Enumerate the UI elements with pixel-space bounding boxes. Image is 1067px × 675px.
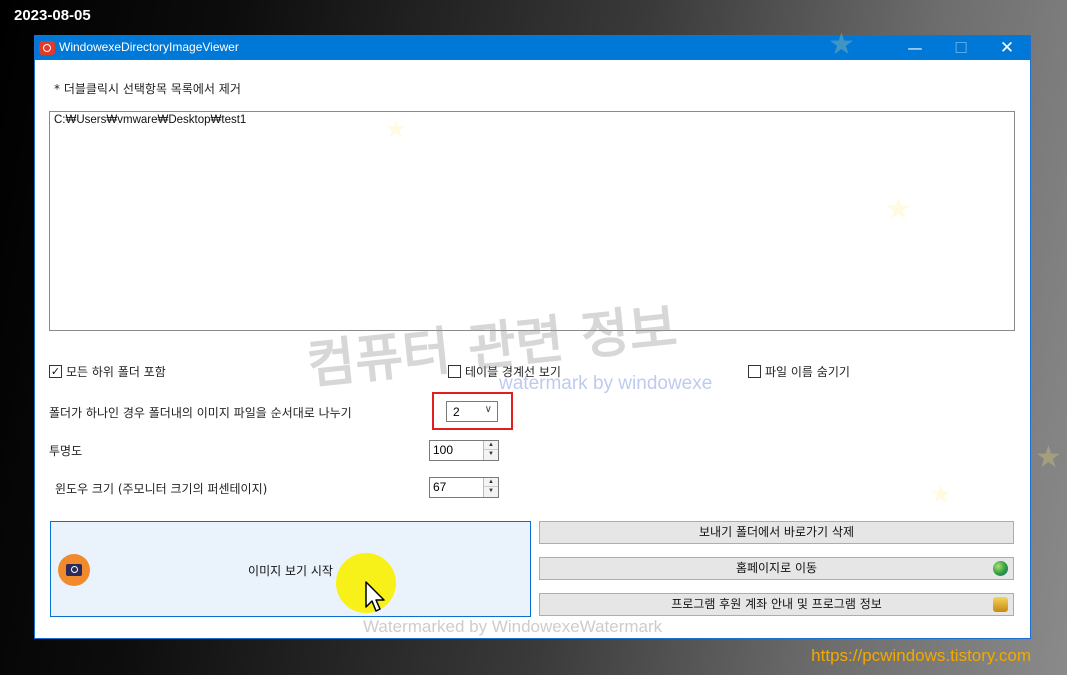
- close-button[interactable]: ✕: [984, 36, 1030, 60]
- window-size-stepper[interactable]: 67 ▲ ▼: [429, 477, 499, 498]
- stepper-down-icon[interactable]: ▼: [484, 450, 498, 459]
- maximize-button[interactable]: ☐: [938, 36, 984, 60]
- date-stamp: 2023-08-05: [14, 7, 91, 24]
- watermark-small: watermark by windowexe: [499, 373, 713, 394]
- opacity-label: 투명도: [49, 444, 83, 458]
- remove-hint-label: * 더블클릭시 선택항목 목록에서 제거: [54, 82, 241, 96]
- stepper-up-icon[interactable]: ▲: [484, 478, 498, 487]
- list-item[interactable]: C:₩Users₩vmware₩Desktop₩test1: [54, 114, 246, 126]
- mouse-cursor-icon: [365, 581, 385, 612]
- button-label: 보내기 폴더에서 바로가기 삭제: [699, 525, 854, 539]
- watermark-bottom: Watermarked by WindowexeWatermark: [363, 617, 663, 636]
- checkbox-checked-icon[interactable]: ✓: [49, 365, 62, 378]
- include-subfolders-checkbox[interactable]: ✓ 모든 하위 폴더 포함: [49, 363, 166, 380]
- start-viewing-label: 이미지 보기 시작: [248, 564, 333, 578]
- app-icon: [39, 41, 55, 55]
- start-viewing-button[interactable]: 이미지 보기 시작: [50, 521, 531, 617]
- go-homepage-button[interactable]: 홈페이지로 이동: [539, 557, 1014, 580]
- app-window: WindowexeDirectoryImageViewer — ☐ ✕ * 더블…: [34, 35, 1031, 639]
- title-bar[interactable]: WindowexeDirectoryImageViewer — ☐ ✕: [35, 36, 1030, 60]
- opacity-stepper[interactable]: 100 ▲ ▼: [429, 440, 499, 461]
- window-size-label: 윈도우 크기 (주모니터 크기의 퍼센테이지): [55, 482, 268, 496]
- directory-list[interactable]: C:₩Users₩vmware₩Desktop₩test1: [49, 111, 1015, 331]
- stepper-arrows[interactable]: ▲ ▼: [483, 478, 498, 497]
- stepper-up-icon[interactable]: ▲: [484, 441, 498, 450]
- button-label: 홈페이지로 이동: [735, 561, 818, 575]
- star-decoration: ★: [1035, 440, 1062, 475]
- checkbox-box[interactable]: [748, 365, 761, 378]
- globe-icon: [993, 561, 1008, 576]
- checkbox-label: 파일 이름 숨기기: [765, 365, 850, 379]
- delete-shortcut-button[interactable]: 보내기 폴더에서 바로가기 삭제: [539, 521, 1014, 544]
- opacity-value[interactable]: 100: [433, 443, 453, 457]
- program-info-button[interactable]: 프로그램 후원 계좌 안내 및 프로그램 정보: [539, 593, 1014, 616]
- stepper-arrows[interactable]: ▲ ▼: [483, 441, 498, 460]
- checkbox-label: 모든 하위 폴더 포함: [66, 365, 166, 379]
- button-label: 프로그램 후원 계좌 안내 및 프로그램 정보: [671, 597, 882, 611]
- minimize-button[interactable]: —: [892, 36, 938, 60]
- site-url: https://pcwindows.tistory.com: [811, 646, 1031, 665]
- highlight-box: [432, 392, 513, 430]
- window-title: WindowexeDirectoryImageViewer: [59, 40, 239, 54]
- stepper-down-icon[interactable]: ▼: [484, 487, 498, 496]
- split-setting-label: 폴더가 하나인 경우 폴더내의 이미지 파일을 순서대로 나누기: [49, 406, 352, 420]
- hide-file-names-checkbox[interactable]: 파일 이름 숨기기: [748, 363, 850, 380]
- coins-icon: [993, 597, 1008, 612]
- window-size-value[interactable]: 67: [433, 480, 446, 494]
